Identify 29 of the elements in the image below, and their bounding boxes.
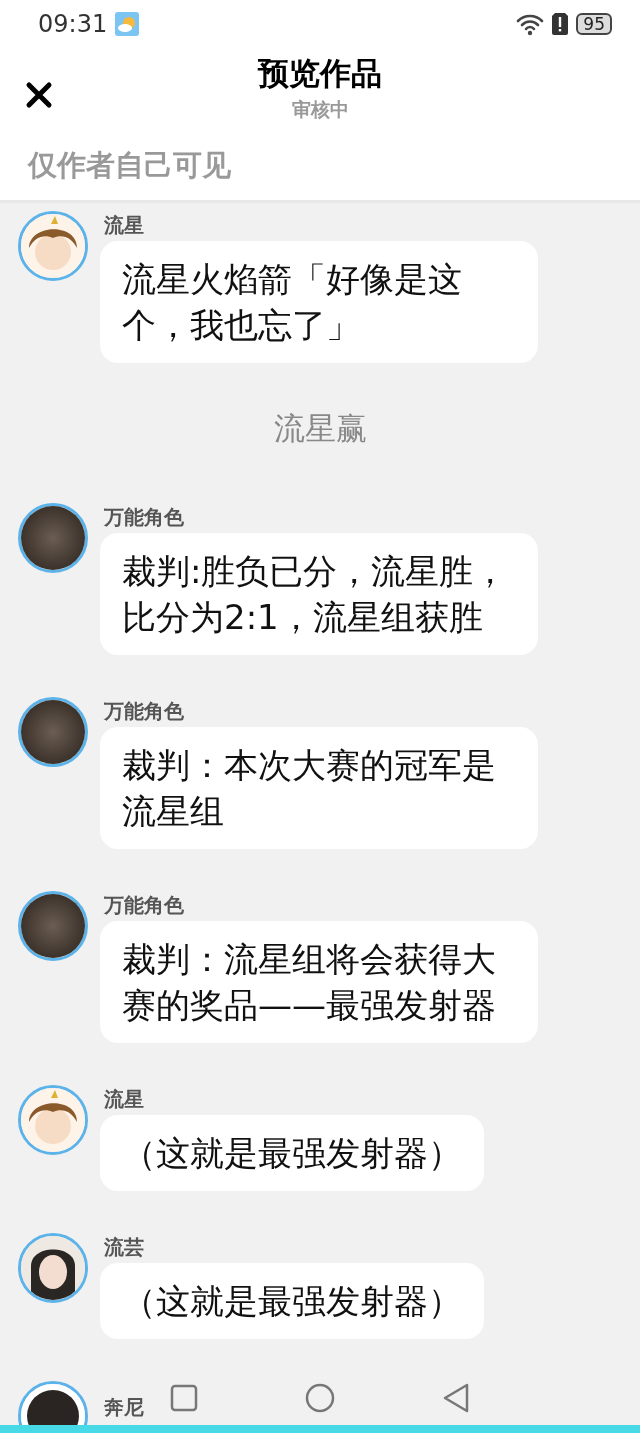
speaker-name: 万能角色 (104, 699, 185, 723)
message-bubble: （这就是最强发射器） (100, 1115, 484, 1191)
message-bubble: 裁判：流星组将会获得大赛的奖品——最强发射器 (100, 921, 538, 1043)
message-bubble: 裁判：本次大赛的冠军是流星组 (100, 727, 538, 849)
avatar[interactable] (18, 891, 88, 961)
speaker-name: 流星 (104, 212, 145, 237)
visibility-notice: 仅作者自己可见 (28, 148, 231, 182)
speaker-name: 流星 (104, 1087, 145, 1111)
speaker-name: 万能角色 (104, 893, 185, 917)
avatar[interactable] (18, 503, 88, 573)
review-status: 审核中 (291, 97, 349, 122)
recent-apps-icon[interactable] (170, 1384, 198, 1412)
speaker-name: 奔尼 (104, 1395, 144, 1419)
speaker-name: 万能角色 (104, 505, 185, 529)
back-icon[interactable] (442, 1383, 470, 1413)
home-icon[interactable] (305, 1383, 335, 1413)
battery-indicator: 95 (576, 13, 612, 35)
avatar[interactable] (18, 697, 88, 767)
weather-icon (115, 12, 140, 36)
message-bubble: （这就是最强发射器） (100, 1263, 484, 1339)
message-bubble: 裁判:胜负已分，流星胜，比分为2:1，流星组获胜 (100, 533, 538, 655)
status-time: 09:31 (38, 9, 108, 40)
page-title: 预览作品 (258, 56, 382, 91)
alert-icon (552, 13, 569, 35)
message-bubble: 流星火焰箭「好像是这个，我也忘了」 (100, 240, 538, 363)
wifi-icon (516, 12, 545, 36)
speaker-name: 流芸 (104, 1235, 145, 1259)
narration-text: 流星赢 (273, 409, 367, 446)
avatar[interactable] (18, 1233, 88, 1303)
